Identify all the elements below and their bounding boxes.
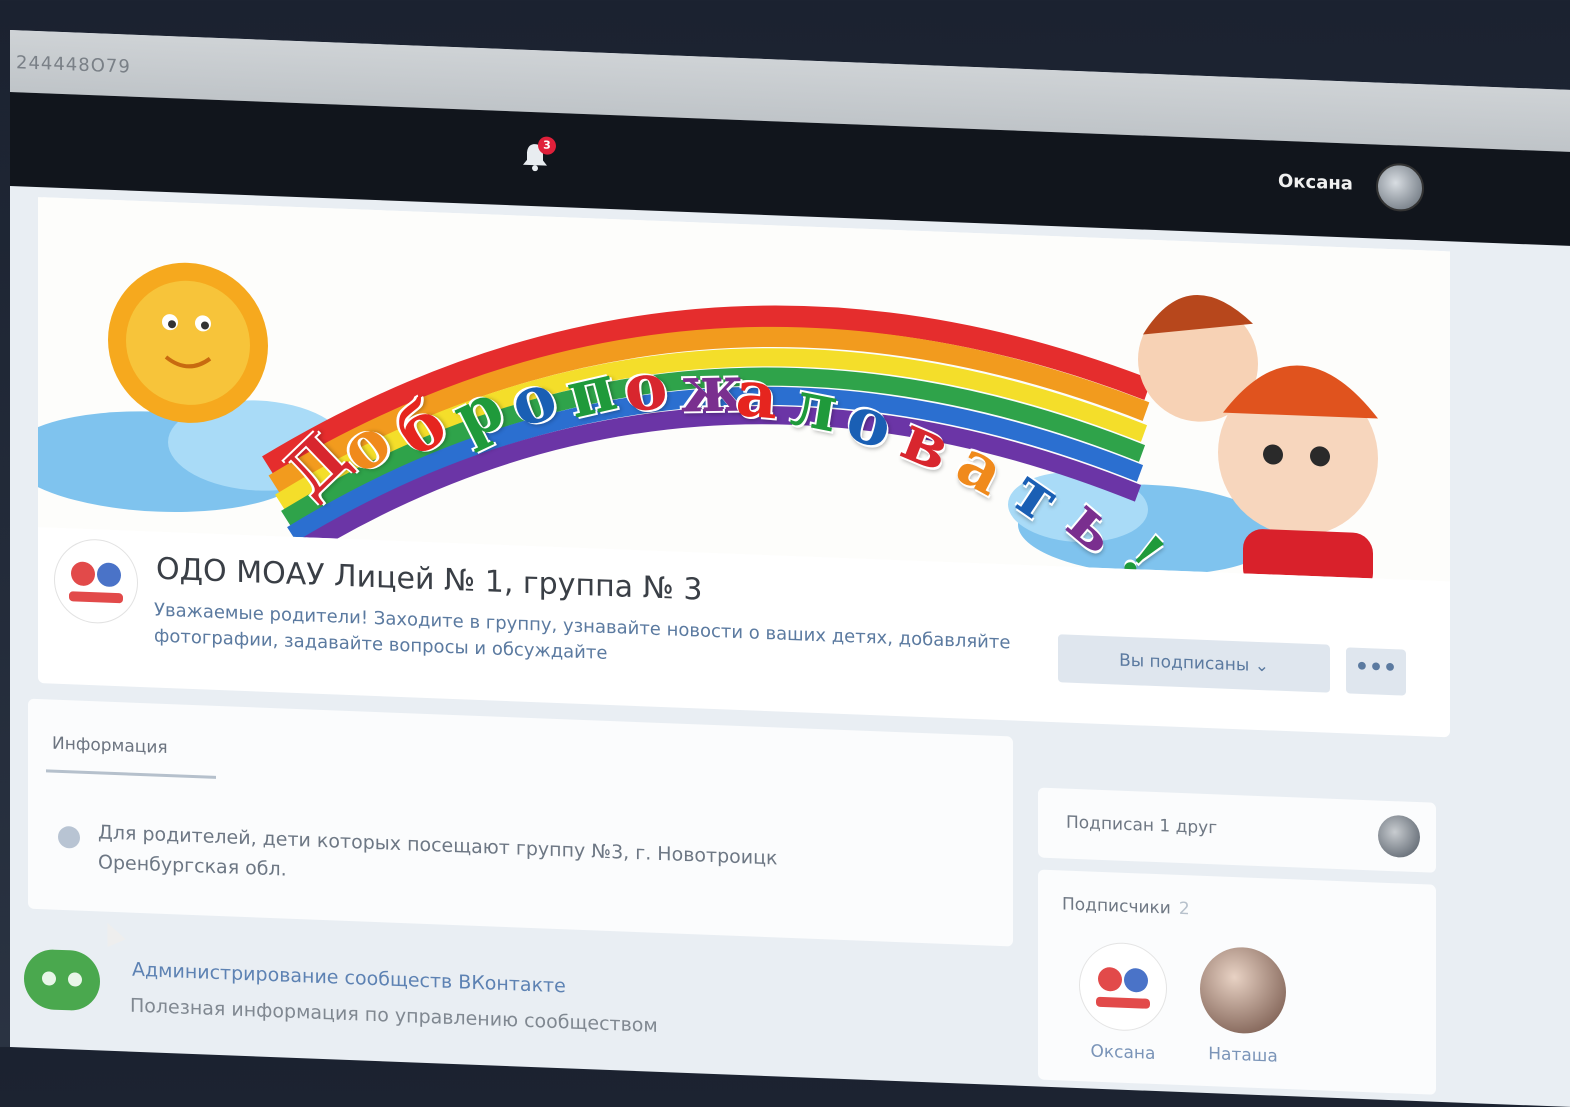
- info-card: Информация Для родителей, дети которых п…: [28, 698, 1013, 947]
- subscribers-count: 2: [1178, 898, 1190, 920]
- subscriber-item[interactable]: Наташа: [1188, 945, 1298, 1067]
- mouse-cursor: [98, 918, 126, 947]
- screen: 244448О79 3 Оксана Д о б р о п о ж а л о…: [10, 30, 1570, 1107]
- welcome-letter: о: [839, 380, 900, 465]
- user-name[interactable]: Оксана: [1278, 171, 1353, 195]
- friend-avatar[interactable]: [1378, 814, 1420, 859]
- admin-link-subtitle: Полезная информация по управлению сообще…: [130, 994, 658, 1037]
- subscriber-avatar[interactable]: [1079, 941, 1167, 1033]
- subscribed-button[interactable]: Вы подписаны ⌄: [1058, 634, 1330, 693]
- sun-icon: [108, 262, 268, 423]
- address-url[interactable]: 244448О79: [16, 52, 131, 77]
- welcome-letter: а: [945, 425, 1017, 512]
- tab-underline: [46, 769, 216, 779]
- more-actions-button[interactable]: •••: [1346, 647, 1406, 696]
- user-avatar[interactable]: [1376, 162, 1424, 213]
- friends-subscribed-text[interactable]: Подписан 1 друг: [1066, 813, 1217, 839]
- info-icon: [58, 825, 80, 849]
- tab-information[interactable]: Информация: [52, 734, 168, 758]
- welcome-letter: а: [734, 355, 780, 435]
- group-header-card: До б р о п о ж а л о в а т ь! ОДО МОАУ Лицей № 1, гру…: [38, 197, 1450, 738]
- subscribers-label: Подписчики: [1062, 894, 1171, 919]
- subscribers-title[interactable]: Подписчики 2: [1062, 894, 1190, 919]
- group-cover: До б р о п о ж а л о в а т ь!: [38, 197, 1450, 582]
- subscriber-avatar[interactable]: [1200, 945, 1286, 1036]
- vk-admin-community-icon[interactable]: [24, 948, 100, 1012]
- info-description: Для родителей, дети которых посещают гру…: [98, 821, 778, 881]
- admin-link-title[interactable]: Администрирование сообществ ВКонтакте: [132, 959, 566, 998]
- subscriber-name[interactable]: Оксана: [1068, 1041, 1178, 1065]
- friends-subscribed-card[interactable]: Подписан 1 друг: [1038, 787, 1436, 873]
- welcome-letter: п: [559, 350, 624, 434]
- group-title: ОДО МОАУ Лицей № 1, группа № 3: [156, 551, 703, 608]
- notification-badge: 3: [538, 136, 556, 155]
- welcome-letter: в: [892, 400, 961, 487]
- welcome-banner-text: До б р о п о ж а л о в а т ь!: [270, 276, 1179, 581]
- welcome-letter: о: [618, 347, 673, 428]
- welcome-letter: л: [786, 365, 843, 448]
- group-avatar[interactable]: [54, 537, 138, 625]
- subscribers-card: Подписчики 2 Оксана Наташа: [1038, 869, 1436, 1095]
- subscriber-item[interactable]: Оксана: [1068, 941, 1178, 1065]
- welcome-letter: т: [998, 453, 1073, 539]
- group-description: Уважаемые родители! Заходите в группу, у…: [154, 599, 1011, 664]
